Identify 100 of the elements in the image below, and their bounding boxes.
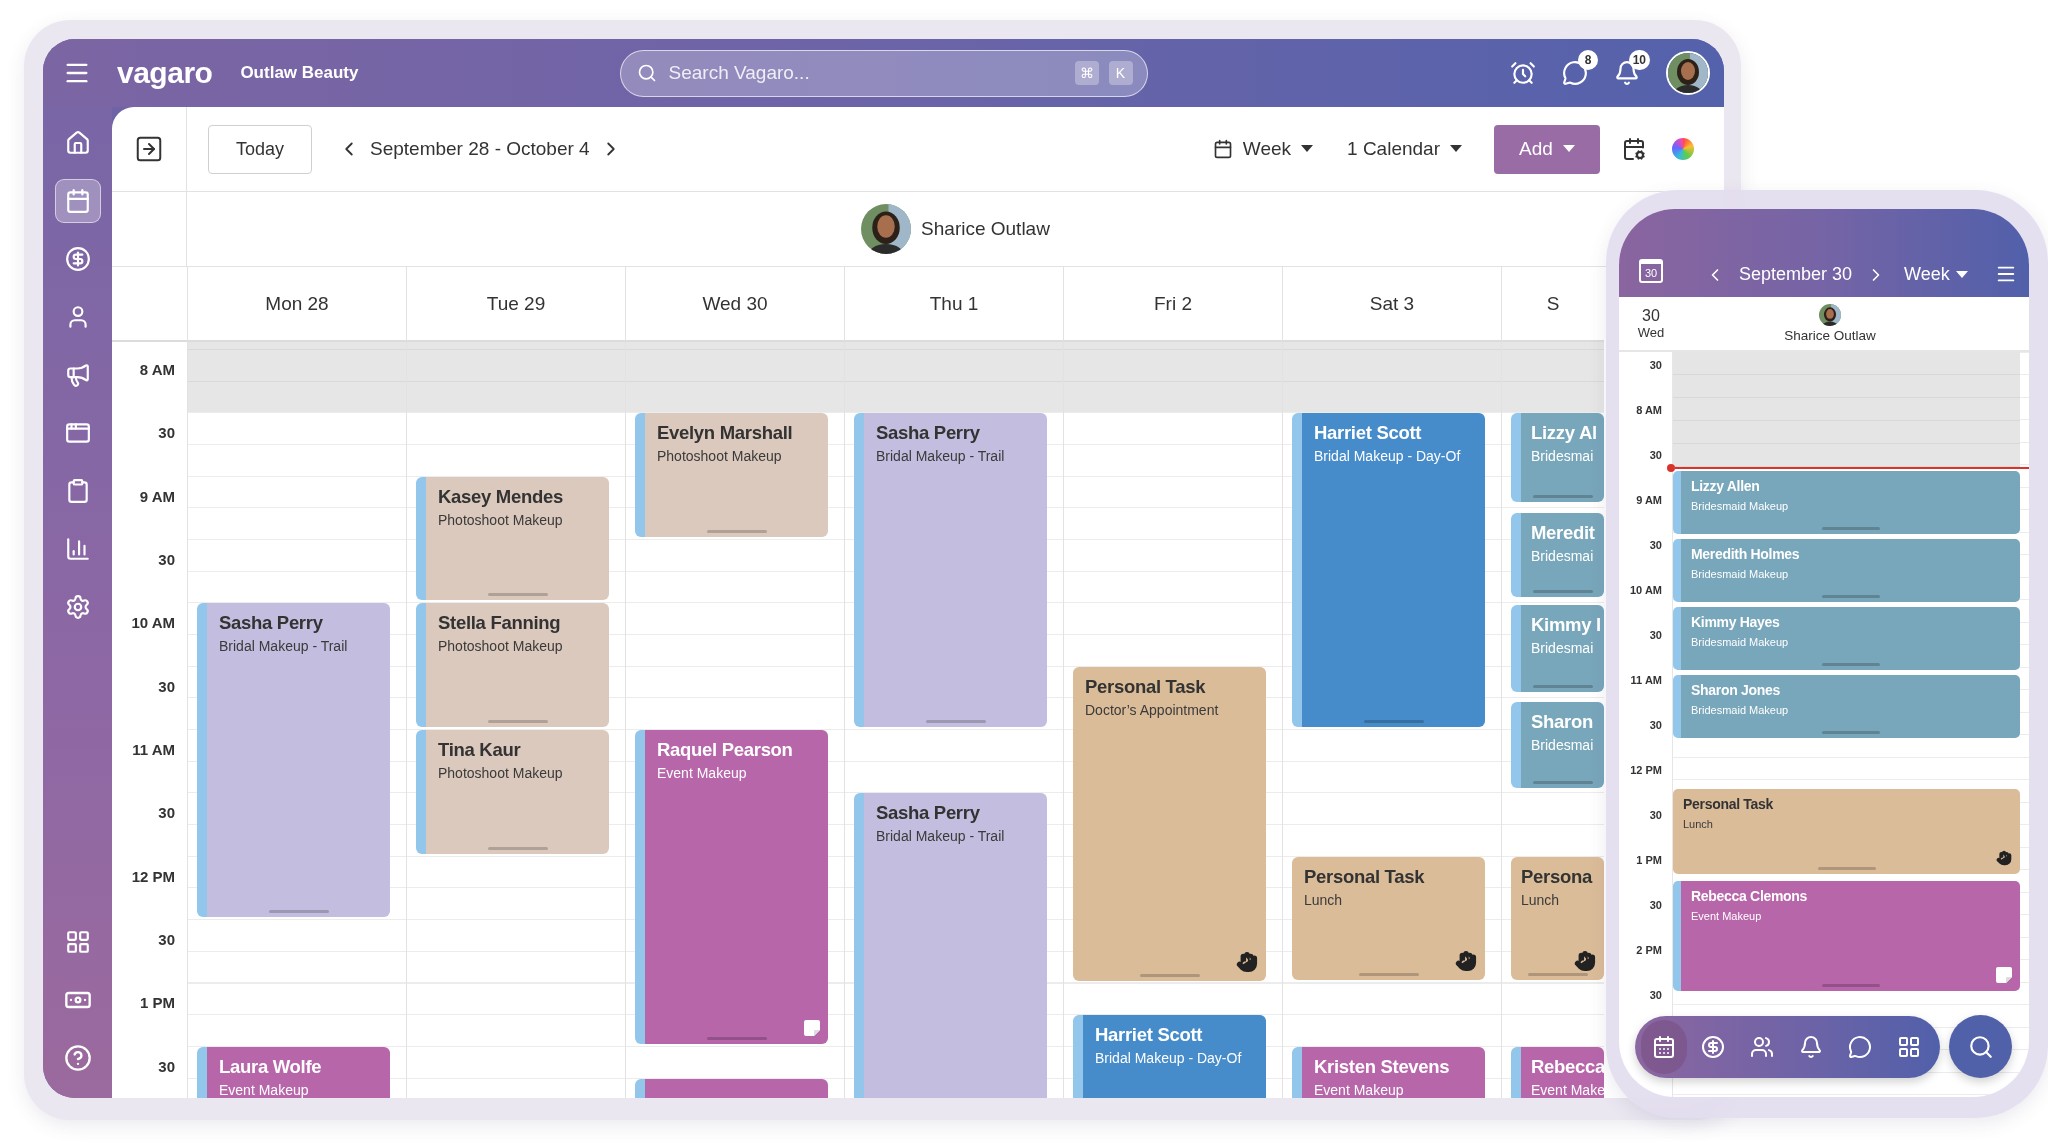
appointment-card[interactable]: Harriet Scott Bridal Makeup - Day-Of (1073, 1015, 1266, 1098)
appointment-card[interactable]: Sharon Jones Bridesmaid Makeup (1673, 675, 2020, 738)
appointment-card[interactable]: Sharon Bridesmai (1511, 701, 1604, 788)
resize-handle[interactable] (1821, 731, 1880, 734)
search-bar[interactable]: Search Vagaro... ⌘ K (619, 49, 1148, 97)
client-name: Kasey Mendes (438, 485, 564, 508)
appointment-card[interactable]: Sasha Perry Bridal Makeup - Trail (854, 413, 1047, 728)
date-range: September 28 - October 4 (370, 138, 590, 160)
appointment-card[interactable]: Kimmy I Bridesmai (1511, 605, 1604, 693)
window-icon (64, 420, 91, 446)
appointment-card[interactable]: Kasey Mendes Photoshoot Makeup (416, 476, 609, 601)
appointment-card[interactable]: Rebecca Clemons Event Makeup (1673, 881, 2020, 991)
resize-handle[interactable] (1532, 685, 1593, 689)
count-badge: 8 (1578, 50, 1598, 70)
service-name: Bridal Makeup - Trail (876, 448, 1006, 465)
time-label: 30 (1649, 629, 1662, 641)
time-label: 11 AM (1630, 674, 1662, 686)
service-name: Event Makeup (1691, 910, 1763, 922)
alarm-clock-icon[interactable] (1510, 60, 1536, 86)
resize-handle[interactable] (268, 910, 329, 914)
client-name: Stella Fanning (438, 612, 562, 635)
resize-handle[interactable] (1821, 527, 1880, 530)
time-label: 30 (1649, 809, 1662, 821)
client-name: Sasha Perry (876, 422, 981, 445)
resize-handle[interactable] (706, 530, 767, 534)
caret-icon (1450, 145, 1462, 153)
appointment-card[interactable]: Tina Kaur Photoshoot Makeup (416, 730, 609, 854)
resize-handle[interactable] (487, 720, 548, 724)
staff-name: Sharice Outlaw (921, 218, 1050, 240)
calendar-settings-icon[interactable] (1622, 137, 1646, 161)
appointment-card[interactable]: Meredit Bridesmai (1511, 512, 1604, 598)
resize-handle[interactable] (1532, 590, 1593, 594)
caret-icon (1562, 145, 1575, 153)
appointment-card[interactable]: Stella Fanning Photoshoot Makeup (416, 603, 609, 728)
resize-handle[interactable] (925, 720, 986, 724)
calendar-dropdown[interactable]: 1 Calendar (1341, 137, 1468, 161)
calendar-date-icon[interactable]: 30 (1639, 259, 1663, 283)
sidebar-item[interactable] (54, 179, 101, 223)
resize-handle[interactable] (1363, 720, 1424, 724)
apps-icon (1897, 1035, 1921, 1059)
profile-button[interactable] (1666, 51, 1710, 95)
business-name: Outlaw Beauty (240, 63, 359, 83)
service-name: Bridal Makeup - Trail (876, 828, 1006, 845)
task-card[interactable]: Personal Task Doctor’s Appointment (1073, 666, 1266, 981)
resize-handle[interactable] (1817, 867, 1876, 870)
client-name: Laura Wolfe (219, 1055, 323, 1078)
time-label: 30 (1649, 449, 1662, 461)
appointment-card[interactable]: Kimmy Hayes Bridesmaid Makeup (1673, 607, 2020, 670)
time-label: 9 AM (1636, 494, 1662, 506)
chat-icon (1848, 1035, 1872, 1059)
time-label: 30 (1649, 989, 1662, 1001)
search-field[interactable]: Search Vagaro... (666, 61, 1065, 85)
service-name: Bridesmai (1531, 640, 1595, 657)
resize-handle[interactable] (1358, 973, 1419, 977)
people-icon (1750, 1035, 1774, 1059)
time-label: 12 PM (131, 867, 175, 885)
color-wheel-icon[interactable] (1672, 138, 1694, 160)
hand-icon (1236, 950, 1258, 973)
today-button[interactable]: Today (208, 124, 312, 174)
appointment-card[interactable]: Lizzy Allen Bridesmaid Makeup (1673, 471, 2020, 534)
client-name: Meredith Holmes (1691, 546, 1801, 562)
appointment-card[interactable]: Meredith Holmes Bridesmaid Makeup (1673, 539, 2020, 602)
resize-handle[interactable] (1527, 973, 1588, 977)
caret-icon (1301, 145, 1314, 153)
view-dropdown[interactable]: Week (1904, 264, 1968, 285)
task-card[interactable]: Personal Task Lunch (1292, 856, 1485, 981)
resize-handle[interactable] (1821, 663, 1880, 666)
collapse-panel-icon[interactable] (134, 134, 164, 164)
task-card[interactable]: Persona Lunch (1511, 856, 1604, 981)
appointment-card[interactable]: Sasha Perry Bridal Makeup - Trail (854, 793, 1047, 1098)
resize-handle[interactable] (1821, 595, 1880, 598)
appointment-card[interactable]: Kristen Stevens Event Makeup (1292, 1046, 1485, 1098)
chart-icon (64, 536, 91, 562)
resize-handle[interactable] (1532, 495, 1593, 499)
view-dropdown[interactable]: Week (1206, 137, 1320, 161)
appointment-card[interactable]: Harriet Scott Bridal Makeup - Day-Of (1292, 413, 1485, 728)
weekday: Wed (1637, 325, 1665, 340)
hand-icon (1455, 950, 1477, 973)
appointment-card[interactable]: Raquel Pearson Event Makeup (635, 730, 828, 1044)
time-label: 30 (158, 931, 175, 949)
client-name: Kimmy I (1531, 614, 1600, 637)
resize-handle[interactable] (1821, 984, 1880, 987)
resize-handle[interactable] (1139, 973, 1200, 977)
appointment-card[interactable]: Lizzy Al Bridesmai (1511, 413, 1604, 503)
appointment-card[interactable]: Laura Wolfe Event Makeup (197, 1046, 390, 1098)
search-button[interactable] (1949, 1015, 2012, 1078)
avatar (1668, 53, 1708, 93)
appointment-card[interactable]: Evelyn Marshall Photoshoot Makeup (635, 413, 828, 538)
nav-item[interactable] (1641, 1020, 1687, 1074)
resize-handle[interactable] (1532, 780, 1593, 784)
resize-handle[interactable] (706, 1036, 767, 1040)
task-card[interactable]: Personal Task Lunch (1673, 789, 2020, 874)
appointment-card[interactable]: Sasha Perry Bridal Makeup - Trail (197, 603, 390, 918)
time-label: 12 PM (1630, 764, 1662, 776)
service-name: Photoshoot Makeup (438, 765, 564, 782)
resize-handle[interactable] (487, 846, 548, 850)
client-name: Personal Task (1683, 796, 1774, 812)
add-button[interactable]: Add (1494, 124, 1600, 174)
service-name: Bridal Makeup - Day-Of (1095, 1050, 1243, 1067)
resize-handle[interactable] (487, 593, 548, 597)
